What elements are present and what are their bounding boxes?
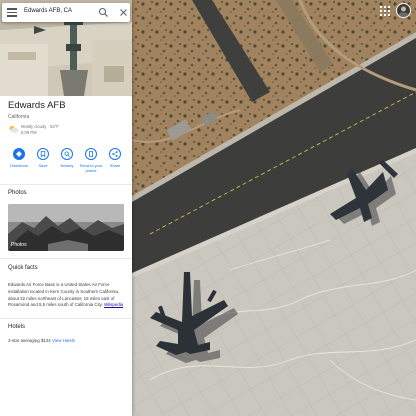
place-panel: Edwards AFB, CA Edwards AFB California M… (0, 0, 132, 416)
nearby-icon (64, 151, 70, 157)
app-window: Edwards AFB, CA Edwards AFB California M… (0, 0, 416, 416)
avatar-image (399, 6, 408, 17)
search-box[interactable]: Edwards AFB, CA (2, 3, 130, 22)
directions-icon (16, 151, 22, 157)
weather-info: Mostly cloudy · 53°F 5:09 PM (8, 124, 108, 140)
quick-facts-body: Edwards Air Force Base is a United State… (8, 282, 120, 308)
wikipedia-link[interactable]: Wikipedia (104, 302, 123, 307)
nearby-button[interactable]: Nearby (55, 148, 79, 168)
quick-facts-heading: Quick facts (8, 265, 38, 271)
account-avatar[interactable] (396, 3, 411, 18)
divider (0, 318, 132, 319)
close-icon[interactable] (118, 7, 129, 18)
share-icon (112, 151, 118, 157)
nearby-label: Nearby (60, 163, 74, 168)
hero-photo[interactable]: Edwards AFB, CA (0, 0, 132, 96)
view-hotels-link[interactable]: View Hotels (52, 338, 75, 343)
partly-cloudy-icon (9, 125, 19, 133)
share-label: Share (109, 163, 121, 168)
action-row: Directions Save Nearby Send to your phon… (4, 148, 128, 180)
place-title: Edwards AFB (8, 100, 66, 111)
hotels-heading: Hotels (8, 324, 26, 330)
quick-facts-text: Edwards Air Force Base is a United State… (8, 282, 126, 309)
send-to-phone-label: Send to your phone (79, 163, 103, 173)
bookmark-icon (40, 151, 46, 157)
hotels-text: 3-star averaging $124 (8, 338, 51, 343)
save-button[interactable]: Save (31, 148, 55, 168)
send-to-phone-button[interactable]: Send to your phone (79, 148, 103, 173)
search-icon[interactable] (98, 7, 109, 18)
hotels-info: 3-star averaging $124 View Hotels (8, 338, 75, 343)
directions-label: Directions (10, 163, 28, 168)
menu-icon[interactable] (7, 8, 17, 17)
directions-button[interactable]: Directions (7, 148, 31, 168)
photo-tile[interactable]: Photos (8, 204, 124, 251)
search-input[interactable]: Edwards AFB, CA (24, 8, 72, 14)
share-button[interactable]: Share (103, 148, 127, 168)
weather-time: 5:09 PM (21, 130, 37, 135)
divider (0, 258, 132, 259)
photos-heading: Photos (8, 190, 27, 196)
place-region: California (8, 114, 30, 120)
save-label: Save (38, 163, 48, 168)
photo-tile-label: Photos (11, 242, 27, 248)
apps-grid-icon[interactable] (379, 5, 391, 17)
divider (0, 184, 132, 185)
phone-icon (89, 151, 93, 157)
